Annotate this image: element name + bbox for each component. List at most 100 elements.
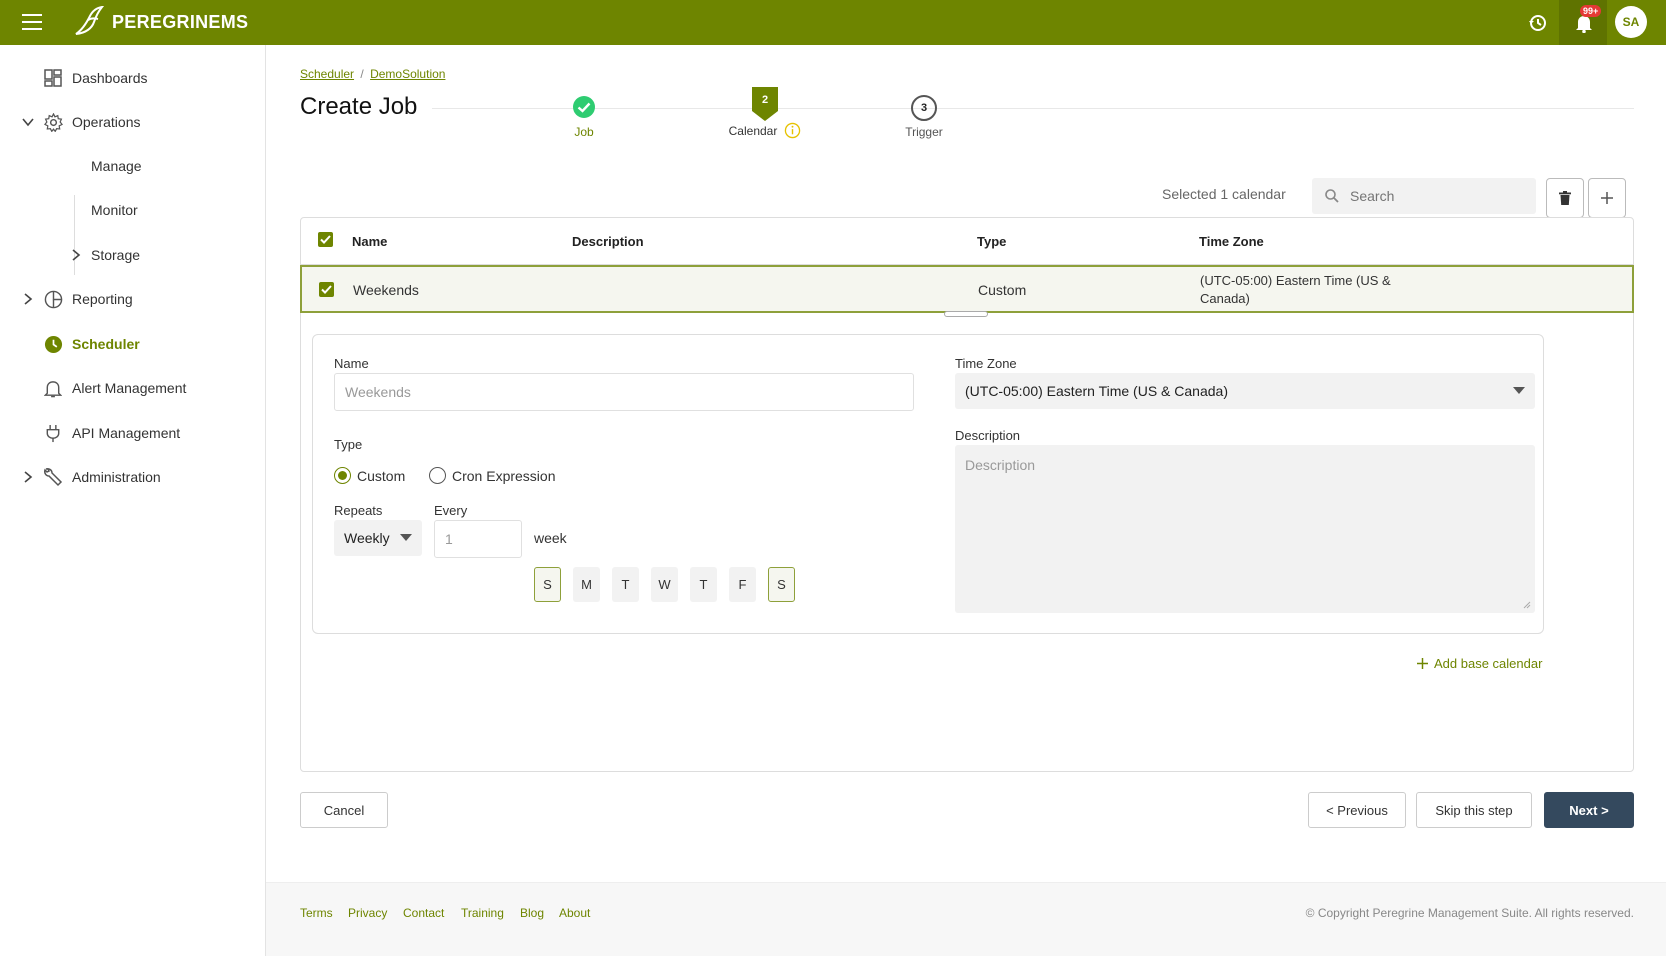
select-all-checkbox[interactable]	[318, 232, 333, 247]
sidebar-item-label: Alert Management	[72, 380, 187, 396]
table-row[interactable]: Weekends Custom (UTC-05:00) Eastern Time…	[300, 265, 1634, 313]
step-calendar[interactable]: 2 Calendar	[700, 87, 830, 139]
sidebar-item-reporting[interactable]: Reporting	[0, 284, 266, 314]
resize-handle[interactable]	[944, 311, 988, 317]
breadcrumb-link-scheduler[interactable]: Scheduler	[300, 67, 354, 81]
add-base-calendar-label: Add base calendar	[1434, 656, 1543, 671]
sidebar-item-storage[interactable]: Storage	[0, 240, 266, 270]
previous-button[interactable]: < Previous	[1308, 792, 1406, 828]
notification-badge: 99+	[1580, 5, 1602, 17]
footer-link-contact[interactable]: Contact	[403, 906, 444, 920]
skip-step-button[interactable]: Skip this step	[1416, 792, 1532, 828]
name-field-value: Weekends	[345, 384, 411, 400]
column-header-type[interactable]: Type	[977, 234, 1006, 249]
check-icon	[320, 235, 331, 244]
column-header-description[interactable]: Description	[572, 234, 644, 249]
day-toggle-saturday[interactable]: S	[768, 567, 795, 602]
sidebar-item-dashboards[interactable]: Dashboards	[0, 63, 266, 93]
sidebar-item-label: Storage	[91, 247, 141, 263]
chevron-down-icon	[400, 534, 412, 541]
step-label: Job	[574, 125, 594, 139]
search-icon	[1325, 189, 1339, 203]
type-radio-custom[interactable]: Custom	[334, 467, 405, 484]
day-toggle-monday[interactable]: M	[573, 567, 600, 602]
footer-link-privacy[interactable]: Privacy	[348, 906, 387, 920]
search-input[interactable]	[1350, 188, 1520, 204]
add-base-calendar-link[interactable]: Add base calendar	[1417, 656, 1542, 671]
sidebar-item-manage[interactable]: Manage	[0, 151, 266, 181]
time-zone-label: Time Zone	[955, 356, 1017, 371]
sidebar: Dashboards Operations Manage Monitor Sto…	[0, 45, 266, 956]
footer-link-about[interactable]: About	[559, 906, 590, 920]
hamburger-menu-icon[interactable]	[22, 14, 42, 30]
time-zone-select[interactable]: (UTC-05:00) Eastern Time (US & Canada)	[955, 373, 1535, 409]
sidebar-item-label: API Management	[72, 425, 181, 441]
row-checkbox[interactable]	[319, 282, 334, 297]
history-icon[interactable]	[1525, 10, 1551, 36]
cell-type: Custom	[978, 282, 1027, 298]
footer-link-training[interactable]: Training	[461, 906, 504, 920]
add-button[interactable]	[1588, 178, 1626, 218]
sidebar-item-operations[interactable]: Operations	[0, 107, 266, 137]
breadcrumb-separator: /	[360, 67, 364, 81]
footer-link-terms[interactable]: Terms	[300, 906, 333, 920]
cell-time-zone-line: (UTC-05:00) Eastern Time (US &	[1200, 273, 1391, 288]
chevron-down-icon	[22, 116, 34, 128]
bell-icon	[43, 378, 63, 398]
day-toggle-sunday[interactable]: S	[534, 567, 561, 602]
day-toggle-thursday[interactable]: T	[690, 567, 717, 602]
type-radio-cron-expression[interactable]: Cron Expression	[429, 467, 556, 484]
plus-icon	[1601, 192, 1613, 204]
sidebar-item-label: Reporting	[72, 291, 133, 307]
sidebar-item-alert-management[interactable]: Alert Management	[0, 373, 266, 403]
sidebar-item-scheduler[interactable]: Scheduler	[0, 329, 266, 359]
column-header-name[interactable]: Name	[352, 234, 387, 249]
cell-name: Weekends	[353, 282, 419, 298]
plus-icon	[1417, 658, 1428, 669]
step-job[interactable]: Job	[554, 95, 614, 139]
cancel-button[interactable]: Cancel	[300, 792, 388, 828]
avatar[interactable]: SA	[1615, 6, 1647, 38]
sidebar-item-administration[interactable]: Administration	[0, 462, 266, 492]
time-zone-select-value: (UTC-05:00) Eastern Time (US & Canada)	[965, 383, 1228, 399]
next-button[interactable]: Next >	[1544, 792, 1634, 828]
breadcrumb-link-demosolution[interactable]: DemoSolution	[370, 67, 445, 81]
sidebar-item-monitor[interactable]: Monitor	[0, 195, 266, 225]
footer-link-blog[interactable]: Blog	[520, 906, 544, 920]
info-icon[interactable]	[784, 122, 801, 139]
every-input[interactable]: 1	[434, 520, 522, 558]
radio-button-selected[interactable]	[334, 467, 351, 484]
name-field[interactable]: Weekends	[334, 373, 914, 411]
repeats-select[interactable]: Weekly	[334, 520, 422, 556]
footer: Terms Privacy Contact Training Blog Abou…	[266, 882, 1666, 956]
column-header-time-zone[interactable]: Time Zone	[1199, 234, 1264, 249]
logo[interactable]: PEREGRINEMS	[72, 6, 248, 38]
resize-grip-icon	[1523, 601, 1531, 609]
day-toggle-tuesday[interactable]: T	[612, 567, 639, 602]
repeats-label: Repeats	[334, 503, 383, 518]
sidebar-item-api-management[interactable]: API Management	[0, 418, 266, 448]
gear-icon	[43, 112, 63, 132]
every-label: Every	[434, 503, 468, 518]
description-textarea[interactable]: Description	[955, 445, 1535, 613]
step-label: Calendar	[728, 123, 778, 138]
sidebar-item-label: Manage	[91, 158, 142, 174]
sidebar-item-label: Operations	[72, 114, 141, 130]
delete-button[interactable]	[1546, 178, 1584, 218]
radio-button[interactable]	[429, 467, 446, 484]
day-toggle-friday[interactable]: F	[729, 567, 756, 602]
chevron-down-icon	[1513, 387, 1525, 394]
check-icon	[321, 285, 332, 294]
dashboard-icon	[43, 68, 63, 88]
every-input-placeholder: 1	[445, 531, 453, 547]
copyright-text: © Copyright Peregrine Management Suite. …	[1305, 906, 1634, 920]
description-label: Description	[955, 428, 1021, 443]
selection-count: Selected 1 calendar	[1162, 186, 1286, 202]
sidebar-item-label: Administration	[72, 469, 161, 485]
type-label: Type	[334, 437, 363, 452]
chevron-right-icon	[22, 471, 34, 483]
brand-name: PEREGRINEMS	[112, 11, 249, 32]
step-trigger[interactable]: 3 Trigger	[889, 95, 959, 139]
day-toggle-wednesday[interactable]: W	[651, 567, 678, 602]
search-box[interactable]	[1312, 178, 1536, 214]
